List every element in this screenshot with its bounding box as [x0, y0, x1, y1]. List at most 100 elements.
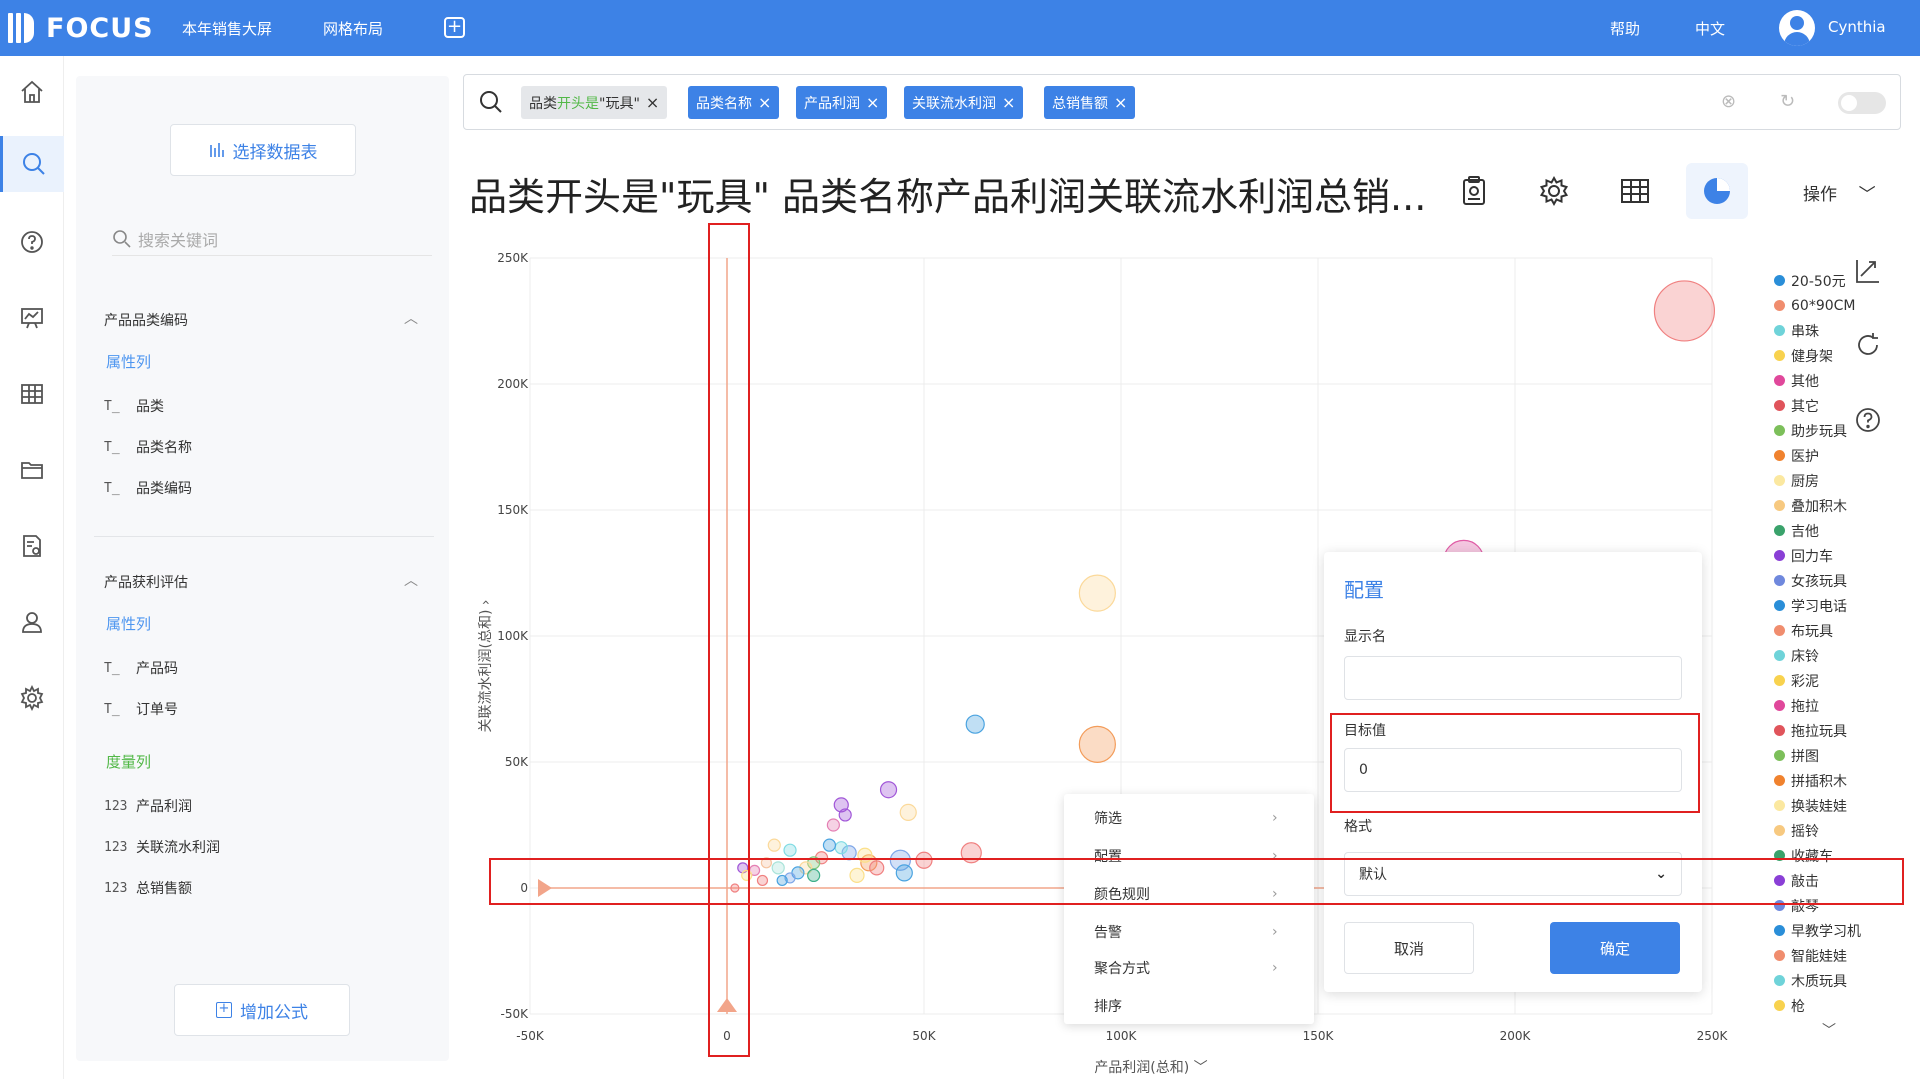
- target-value-input[interactable]: 0: [1344, 748, 1682, 792]
- legend-scroll-down-icon[interactable]: ﹀: [1822, 1020, 1836, 1040]
- cancel-button[interactable]: 取消: [1344, 922, 1474, 974]
- search-nav-icon[interactable]: [0, 136, 64, 192]
- folder-icon[interactable]: [0, 442, 64, 498]
- legend-dot: [1774, 1000, 1785, 1011]
- chart-help-icon[interactable]: [1853, 405, 1883, 435]
- legend-item[interactable]: 床铃: [1774, 643, 1884, 668]
- dashboard-icon[interactable]: [0, 290, 64, 346]
- keyword-search-input[interactable]: 搜索关键词: [112, 222, 432, 256]
- section-title-category[interactable]: 产品品类编码: [104, 310, 188, 330]
- user-name[interactable]: Cynthia: [1828, 18, 1886, 36]
- data-point: [895, 864, 913, 882]
- help-link[interactable]: 帮助: [1610, 18, 1640, 39]
- language-switch[interactable]: 中文: [1695, 18, 1725, 39]
- legend-item[interactable]: 早教学习机: [1774, 918, 1884, 943]
- legend-item[interactable]: 其他: [1774, 368, 1884, 393]
- confirm-button[interactable]: 确定: [1550, 922, 1680, 974]
- legend-dot: [1774, 600, 1785, 611]
- table-icon[interactable]: [0, 366, 64, 422]
- legend-item[interactable]: 吉他: [1774, 518, 1884, 543]
- remove-token-icon[interactable]: ×: [646, 93, 659, 112]
- search-token-total-sales[interactable]: 总销售额 ×: [1044, 86, 1136, 119]
- help-icon[interactable]: [0, 214, 64, 270]
- menu-item-config[interactable]: 配置: [1094, 846, 1122, 866]
- gear-icon[interactable]: [1523, 163, 1585, 219]
- avatar-icon[interactable]: [1779, 10, 1815, 46]
- clipboard-icon[interactable]: [1443, 163, 1505, 219]
- menu-item-filter[interactable]: 筛选: [1094, 808, 1122, 828]
- add-formula-button[interactable]: + 增加公式: [174, 984, 350, 1036]
- legend-item[interactable]: 拼图: [1774, 743, 1884, 768]
- chevron-up-icon[interactable]: ︿: [404, 570, 418, 590]
- refresh-chart-icon[interactable]: [1853, 330, 1883, 360]
- format-select[interactable]: 默认 ⌄: [1344, 852, 1682, 896]
- menu-item-sort[interactable]: 排序: [1094, 996, 1122, 1016]
- menu-item-alert[interactable]: 告警: [1094, 922, 1122, 942]
- operations-dropdown[interactable]: 操作 ﹀: [1803, 180, 1876, 205]
- field-category-name[interactable]: T̲ 品类名称: [104, 437, 192, 457]
- legend-item[interactable]: 学习电话: [1774, 593, 1884, 618]
- field-label: 产品码: [136, 661, 178, 677]
- field-order-number[interactable]: T̲ 订单号: [104, 699, 178, 719]
- search-token-linked-profit[interactable]: 关联流水利润 ×: [904, 86, 1024, 119]
- field-category-code[interactable]: T̲ 品类编码: [104, 478, 192, 498]
- user-icon[interactable]: [0, 594, 64, 650]
- legend-item[interactable]: 收藏车: [1774, 843, 1884, 868]
- measure-linked-profit[interactable]: 123 关联流水利润: [104, 837, 220, 857]
- nav-sales-dashboard[interactable]: 本年销售大屏: [182, 18, 272, 39]
- remove-token-icon[interactable]: ×: [866, 93, 879, 112]
- legend-item[interactable]: 敲击: [1774, 868, 1884, 893]
- legend-item[interactable]: 拖拉玩具: [1774, 718, 1884, 743]
- logo[interactable]: FOCUS: [8, 10, 154, 46]
- add-tab-icon[interactable]: +: [444, 17, 465, 38]
- search-icon[interactable]: [478, 89, 504, 115]
- menu-item-color-rules[interactable]: 颜色规则: [1094, 884, 1150, 904]
- search-bar[interactable]: 品类开头是"玩具" × 品类名称 × 产品利润 × 关联流水利润 × 总销售额 × ⊗ …: [463, 74, 1901, 130]
- axis-icon[interactable]: [1853, 256, 1883, 286]
- legend-item[interactable]: 木质玩具: [1774, 968, 1884, 993]
- settings-icon[interactable]: [0, 670, 64, 726]
- data-point: [899, 803, 917, 822]
- legend-item[interactable]: 女孩玩具: [1774, 568, 1884, 593]
- search-token-category-name[interactable]: 品类名称 ×: [688, 86, 780, 119]
- legend-item[interactable]: 拖拉: [1774, 693, 1884, 718]
- report-settings-icon[interactable]: [0, 518, 64, 574]
- legend-item[interactable]: 回力车: [1774, 543, 1884, 568]
- legend-item[interactable]: 布玩具: [1774, 618, 1884, 643]
- legend-item[interactable]: 摇铃: [1774, 818, 1884, 843]
- clear-circle-icon[interactable]: ⊗: [1721, 91, 1736, 112]
- legend-label: 其他: [1791, 373, 1819, 390]
- legend-item[interactable]: 厨房: [1774, 468, 1884, 493]
- chevron-up-icon[interactable]: ︿: [404, 308, 418, 328]
- nav-grid-layout[interactable]: 网格布局: [323, 18, 383, 39]
- legend-item[interactable]: 换装娃娃: [1774, 793, 1884, 818]
- legend-label: 拖拉: [1791, 698, 1819, 715]
- legend-item[interactable]: 彩泥: [1774, 668, 1884, 693]
- legend-item[interactable]: 叠加积木: [1774, 493, 1884, 518]
- legend-item[interactable]: 医护: [1774, 443, 1884, 468]
- remove-token-icon[interactable]: ×: [758, 93, 771, 112]
- measure-product-profit[interactable]: 123 产品利润: [104, 796, 192, 816]
- table-view-icon[interactable]: [1604, 163, 1666, 219]
- home-icon[interactable]: [0, 64, 64, 120]
- select-datasource-button[interactable]: 选择数据表: [170, 124, 356, 176]
- search-token-filter[interactable]: 品类开头是"玩具" ×: [521, 86, 668, 119]
- display-name-input[interactable]: [1344, 656, 1682, 700]
- legend-item[interactable]: 拼插积木: [1774, 768, 1884, 793]
- search-token-product-profit[interactable]: 产品利润 ×: [796, 86, 888, 119]
- measure-columns-label: 度量列: [106, 753, 152, 771]
- menu-item-aggregation[interactable]: 聚合方式: [1094, 958, 1150, 978]
- field-category[interactable]: T̲ 品类: [104, 396, 164, 416]
- remove-token-icon[interactable]: ×: [1002, 93, 1015, 112]
- field-product-code[interactable]: T̲ 产品码: [104, 658, 178, 678]
- section-title-profit[interactable]: 产品获利评估: [104, 572, 188, 592]
- legend-item[interactable]: 60*90CM: [1774, 293, 1884, 318]
- search-toggle[interactable]: [1838, 92, 1886, 114]
- refresh-icon[interactable]: ↻: [1780, 91, 1795, 112]
- measure-total-sales[interactable]: 123 总销售额: [104, 878, 192, 898]
- pie-chart-icon[interactable]: [1686, 163, 1748, 219]
- legend-item[interactable]: 敲琴: [1774, 893, 1884, 918]
- legend-item[interactable]: 枪: [1774, 993, 1884, 1018]
- remove-token-icon[interactable]: ×: [1114, 93, 1127, 112]
- legend-item[interactable]: 智能娃娃: [1774, 943, 1884, 968]
